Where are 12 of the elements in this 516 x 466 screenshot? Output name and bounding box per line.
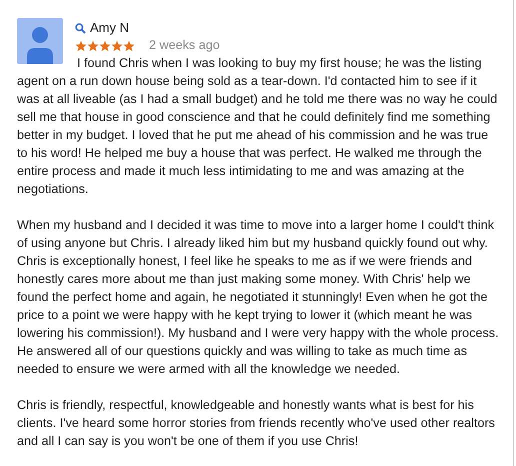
star-icon [75, 40, 87, 52]
review-date: 2 weeks ago [149, 37, 220, 54]
author-name[interactable]: Amy N [90, 20, 129, 36]
avatar-icon [17, 18, 63, 64]
search-icon [75, 22, 86, 34]
star-icon [123, 40, 135, 52]
star-icon [87, 40, 99, 52]
review-paragraph: I found Chris when I was looking to buy my first house; he was the listing agent on a run down house being sold as a tear-down. I'd contacted him to see if it was at all liveable (as I had a small budget) and he told me there was no way he could sell me that house in good conscience and that he could definitely find me something better in my budget. I loved that he put me ahead of his commission and he was true to his word! He helped me buy a house that was perfect. He walked me through the entire process and made it much less intimidating to me and was amazing at the negotiations. [17, 55, 498, 198]
review-paragraph: When my husband and I decided it was time to move into a larger home I could't think of using anyone but Chris. I already liked him but my husband quickly found out why. Chris is exceptionally honest, I feel like he speaks to me as if we were friends and honestly cares more about me than just making some money. With Chris' help we found the perfect home and again, he negotiated it stunningly! Even when he got the price to a point we were happy with he kept trying to lower it (which meant he was lowering his commission!). My husband and I were very happy with the whole process. He answered all of our questions quickly and was willing to take as much time as needed to ensure we were armed with all the knowledge we needed. [17, 217, 500, 378]
review-paragraph: Chris is friendly, respectful, knowledgeable and honestly wants what is best for his clients. I've heard some horror stories from friends recently who've used other realtors and all I can say is you won't be one of them if you use Chris! [17, 397, 496, 450]
star-icon [99, 40, 111, 52]
star-icon [111, 40, 123, 52]
